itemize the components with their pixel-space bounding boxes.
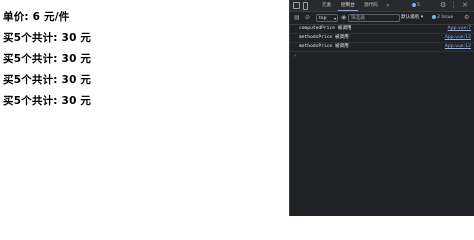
tab-elements[interactable]: 元素 (319, 1, 334, 10)
tab-sources[interactable]: 源代码 (361, 1, 381, 10)
total-text: 买5个共计: 30 元 (3, 95, 92, 107)
issue-dot-icon (432, 14, 436, 19)
log-message: computedPrice 被调用 (299, 26, 352, 31)
kebab-menu-icon[interactable]: ⋮ (450, 1, 457, 10)
total-text: 买5个共计: 30 元 (3, 32, 92, 44)
log-source-link[interactable]: App.vue:12 (445, 34, 471, 42)
log-message: methodsPrice 被调用 (299, 44, 349, 49)
inspect-icon[interactable] (293, 2, 300, 9)
console-row: methodsPrice 被调用 App.vue:12 (290, 43, 474, 52)
devtools-tab-bar: 元素 控制台 源代码 » 5 ⚙ ⋮ ✕ (290, 0, 474, 12)
log-message: methodsPrice 被调用 (299, 35, 349, 40)
console-log: computedPrice 被调用 App.vue:7 methodsPrice… (290, 25, 474, 60)
console-prompt[interactable]: › (290, 52, 474, 60)
close-icon[interactable]: ✕ (462, 1, 468, 10)
total-text: 买5个共计: 30 元 (3, 53, 92, 65)
context-value: top (319, 16, 327, 21)
console-settings-icon[interactable]: ⚙ (464, 14, 469, 22)
eye-icon[interactable]: ◉ (341, 14, 346, 22)
log-levels-dropdown[interactable]: 默认级别 ▾ (401, 14, 423, 22)
total-text: 买5个共计: 30 元 (3, 74, 92, 86)
badge-count: 5 (417, 3, 420, 8)
context-select[interactable]: top ▾ (316, 14, 338, 22)
gear-icon[interactable]: ⚙ (440, 1, 446, 10)
page-content: 单价: 6 元/件 买5个共计: 30 元 买5个共计: 30 元 买5个共计:… (0, 0, 289, 216)
issues-label: 2 Issue (437, 15, 454, 20)
filter-input[interactable] (348, 14, 400, 22)
devtools-panel: 元素 控制台 源代码 » 5 ⚙ ⋮ ✕ ▤ ⊘ top ▾ ◉ 默认级别 ▾ 2… (289, 0, 474, 216)
issues-button[interactable]: 2 Issue (432, 14, 453, 22)
console-toolbar: ▤ ⊘ top ▾ ◉ 默认级别 ▾ 2 Issue ⚙ (290, 12, 474, 25)
log-source-link[interactable]: App.vue:7 (448, 25, 471, 33)
sidebar-icon[interactable]: ▤ (294, 14, 300, 22)
more-tabs-button[interactable]: » (386, 0, 390, 11)
clear-console-icon[interactable]: ⊘ (305, 14, 310, 22)
console-row: methodsPrice 被调用 App.vue:12 (290, 34, 474, 43)
message-count-badge[interactable]: 5 (412, 2, 420, 9)
console-row: computedPrice 被调用 App.vue:7 (290, 25, 474, 34)
chevron-down-icon: ▾ (333, 16, 336, 21)
device-toolbar-icon[interactable] (303, 2, 308, 10)
unit-price-text: 单价: 6 元/件 (3, 11, 70, 23)
log-source-link[interactable]: App.vue:12 (445, 43, 471, 51)
info-dot-icon (412, 2, 416, 7)
tab-console[interactable]: 控制台 (338, 1, 358, 11)
